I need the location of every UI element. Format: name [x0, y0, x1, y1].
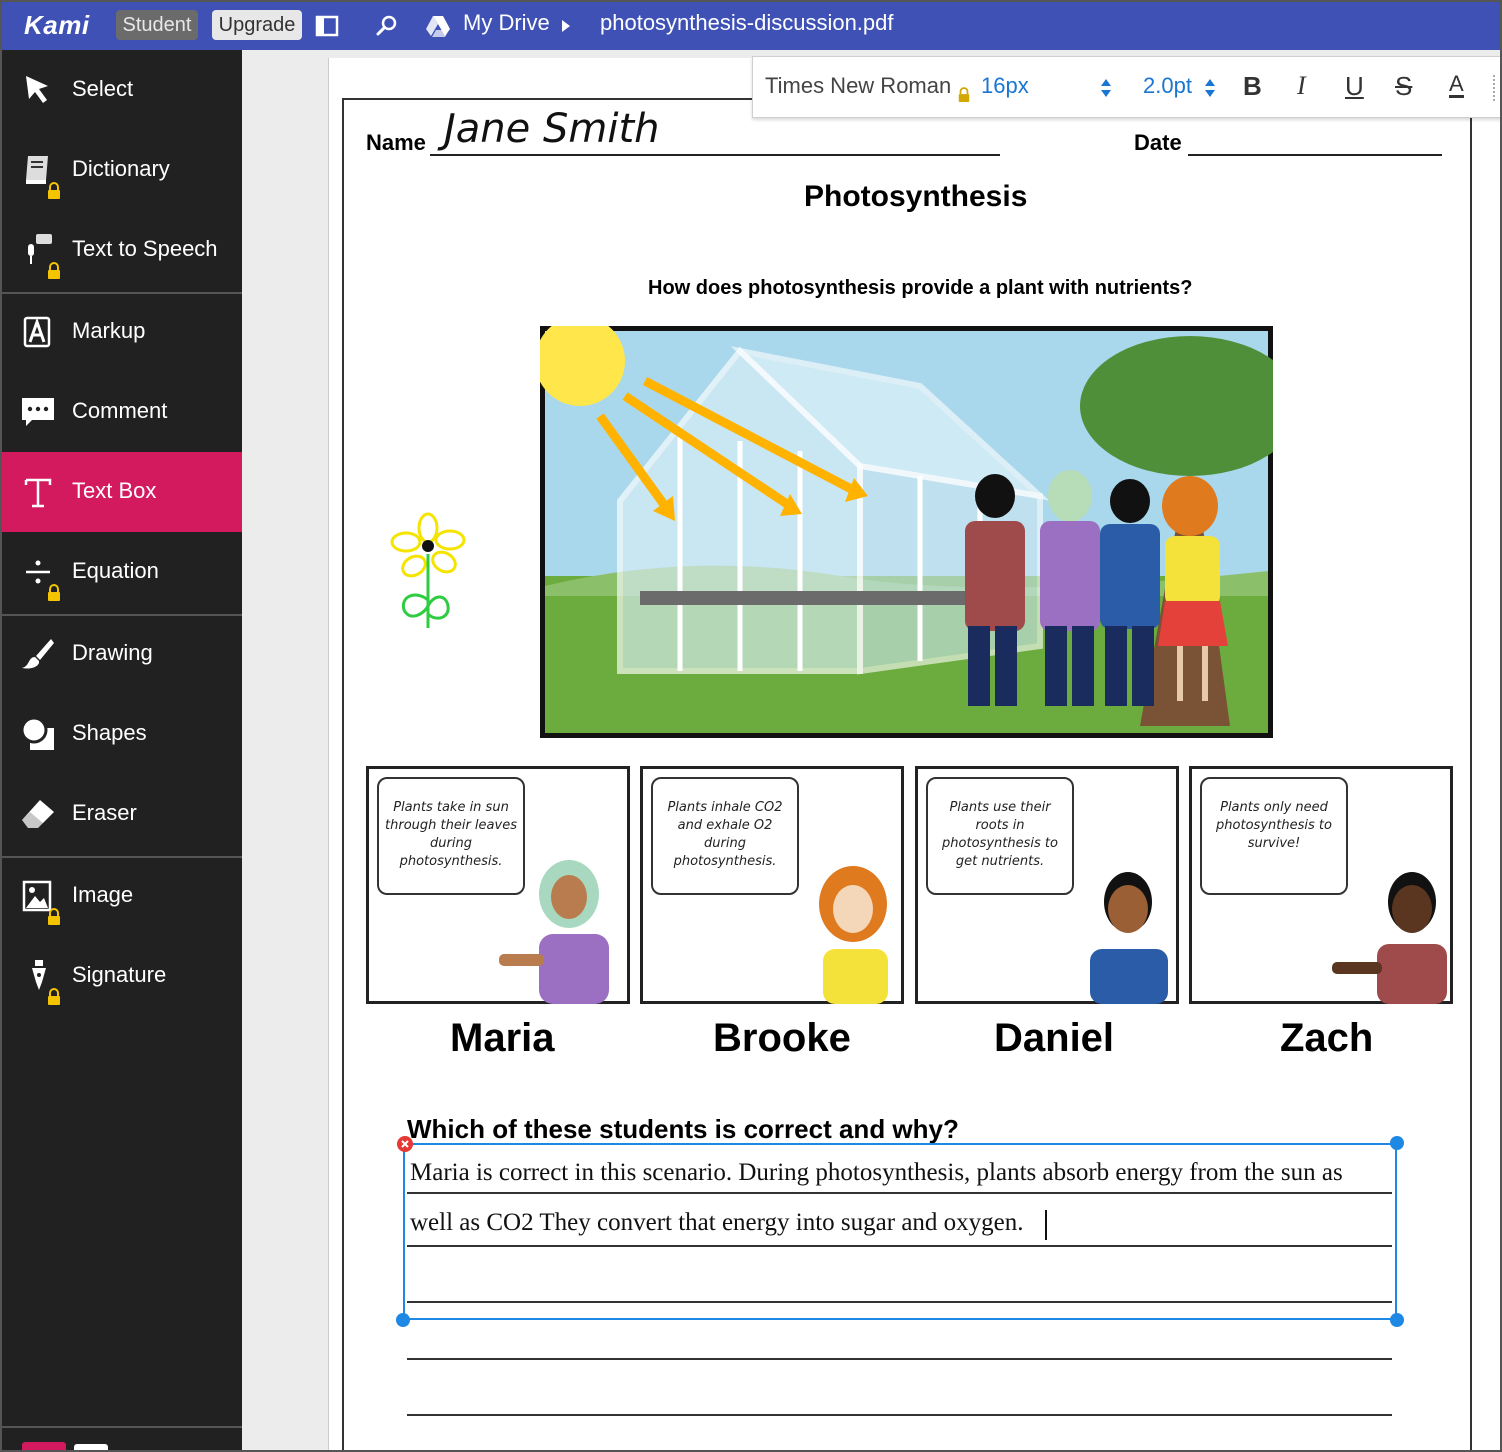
- name-handwriting[interactable]: Jane Smith: [444, 106, 660, 152]
- greenhouse-illustration: [540, 326, 1273, 738]
- tool-text-box[interactable]: Text Box: [2, 452, 242, 532]
- daniel-figure: [1090, 872, 1168, 1004]
- tool-signature[interactable]: Signature: [2, 936, 242, 1016]
- tool-label: Drawing: [72, 640, 153, 665]
- card-name-daniel: Daniel: [994, 1016, 1115, 1060]
- stepper-arrows-icon[interactable]: [1203, 77, 1217, 99]
- tool-label: Text to Speech: [72, 236, 218, 261]
- lock-icon: [48, 182, 60, 199]
- italic-button[interactable]: I: [1297, 71, 1306, 101]
- chevron-right-icon: [562, 20, 570, 32]
- bold-button[interactable]: B: [1243, 71, 1262, 102]
- answer-prompt: Which of these students is correct and w…: [407, 1114, 959, 1144]
- tool-sidebar: Select Dictionary Text to Speech Markup …: [2, 50, 242, 1450]
- role-badge: Student: [116, 10, 198, 40]
- tool-label: Signature: [72, 962, 167, 987]
- tool-label: Comment: [72, 398, 168, 423]
- font-size-select[interactable]: 16px: [981, 73, 1029, 99]
- name-line: [430, 154, 1000, 156]
- bottom-color-swatch[interactable]: [22, 1442, 66, 1450]
- tool-drawing[interactable]: Drawing: [2, 614, 242, 694]
- bottom-color-swatch[interactable]: [74, 1444, 108, 1450]
- speech-bubble: Plants inhale CO2 and exhale O2 during p…: [651, 777, 799, 895]
- comment-icon: [22, 398, 54, 426]
- lock-icon: [48, 988, 60, 1005]
- speech-bubble: Plants use their roots in photosynthesis…: [926, 777, 1074, 895]
- tool-markup[interactable]: Markup: [2, 292, 242, 372]
- resize-handle[interactable]: [1390, 1313, 1404, 1327]
- maria-figure: [499, 860, 609, 1004]
- breadcrumb-my-drive[interactable]: My Drive: [463, 8, 550, 38]
- lock-icon: [48, 908, 60, 925]
- tool-label: Text Box: [72, 478, 157, 503]
- text-caret: [1045, 1210, 1047, 1240]
- kami-app: Kami Student Upgrade My Drive photosynth…: [0, 0, 1502, 1452]
- zach-figure: [1332, 872, 1447, 1004]
- tool-label: Dictionary: [72, 156, 170, 181]
- character-card: Plants inhale CO2 and exhale O2 during p…: [640, 766, 904, 1004]
- tool-dictionary[interactable]: Dictionary: [2, 130, 242, 210]
- answer-line: [407, 1414, 1392, 1416]
- underline-button[interactable]: U: [1345, 71, 1364, 102]
- tool-text-to-speech[interactable]: Text to Speech: [2, 210, 242, 290]
- question-text: How does photosynthesis provide a plant …: [648, 277, 1193, 299]
- markup-icon: [23, 316, 51, 348]
- character-card: Plants only need photosynthesis to survi…: [1189, 766, 1453, 1004]
- line-width-select[interactable]: 2.0pt: [1143, 73, 1192, 99]
- stepper-arrows-icon[interactable]: [1099, 77, 1113, 99]
- brooke-figure: [819, 866, 888, 1004]
- shapes-icon: [20, 716, 54, 750]
- tool-label: Select: [72, 76, 134, 101]
- eraser-icon: [22, 800, 54, 828]
- strikethrough-button[interactable]: S: [1395, 71, 1412, 102]
- delete-textbox-icon[interactable]: [396, 1135, 414, 1153]
- character-card: Plants take in sun through their leaves …: [366, 766, 630, 1004]
- lock-icon: [48, 584, 60, 601]
- upgrade-button[interactable]: Upgrade: [212, 10, 302, 40]
- toolbar-grip[interactable]: [1493, 75, 1497, 101]
- character-card: Plants use their roots in photosynthesis…: [915, 766, 1179, 1004]
- document-filename[interactable]: photosynthesis-discussion.pdf: [600, 8, 894, 38]
- brush-icon: [22, 639, 54, 669]
- divider: [2, 1426, 242, 1428]
- tool-label: Image: [72, 882, 134, 907]
- resize-handle[interactable]: [396, 1313, 410, 1327]
- tool-eraser[interactable]: Eraser: [2, 774, 242, 854]
- card-name-maria: Maria: [450, 1016, 555, 1060]
- text-box-icon: [24, 478, 52, 508]
- flower-drawing[interactable]: [386, 510, 472, 638]
- font-color-button[interactable]: A: [1449, 73, 1464, 98]
- name-label: Name: [366, 130, 426, 155]
- cursor-arrow-icon: [26, 76, 48, 103]
- search-icon[interactable]: [374, 12, 402, 40]
- answer-text-line-2[interactable]: well as CO2 They convert that energy int…: [410, 1209, 1024, 1237]
- text-format-toolbar: Times New Roman 16px 2.0pt B I U S A: [752, 56, 1500, 118]
- lock-icon: [958, 87, 970, 102]
- font-family-select[interactable]: Times New Roman: [765, 73, 951, 99]
- resize-handle[interactable]: [1390, 1136, 1404, 1150]
- tool-label: Equation: [72, 558, 159, 583]
- tool-label: Eraser: [72, 800, 137, 825]
- tool-equation[interactable]: Equation: [2, 532, 242, 612]
- tool-label: Shapes: [72, 720, 147, 745]
- top-bar: Kami Student Upgrade My Drive photosynth…: [2, 2, 1500, 50]
- tool-label: Markup: [72, 318, 146, 343]
- answer-line: [407, 1358, 1392, 1360]
- tool-image[interactable]: Image: [2, 856, 242, 936]
- date-line: [1188, 154, 1442, 156]
- date-label: Date: [1134, 130, 1182, 155]
- card-name-zach: Zach: [1280, 1016, 1374, 1060]
- tool-comment[interactable]: Comment: [2, 372, 242, 452]
- answer-text-line-1[interactable]: Maria is correct in this scenario. Durin…: [410, 1159, 1343, 1187]
- tool-shapes[interactable]: Shapes: [2, 694, 242, 774]
- card-name-brooke: Brooke: [713, 1016, 851, 1060]
- page-title: Photosynthesis: [804, 180, 1028, 213]
- google-drive-icon[interactable]: [424, 12, 452, 40]
- kami-logo: Kami: [24, 10, 90, 40]
- lock-icon: [48, 262, 60, 279]
- sidebar-toggle-icon[interactable]: [314, 12, 342, 40]
- tool-select[interactable]: Select: [2, 50, 242, 130]
